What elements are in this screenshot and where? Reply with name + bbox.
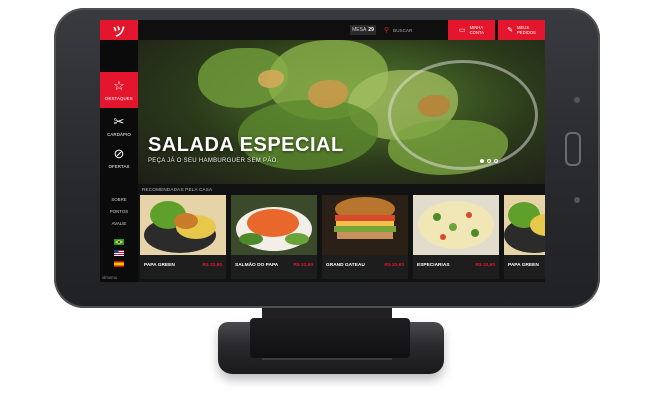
table-number: MESA 29 xyxy=(350,25,376,35)
product-name: ESPECIARIAS xyxy=(417,263,450,268)
stand-front xyxy=(250,318,410,358)
brazil-flag-icon[interactable] xyxy=(114,239,124,245)
sidebar-item-ofertas[interactable]: ⊘ OFERTAS xyxy=(100,140,138,176)
top-bar: MESA 29 ⚲ BUSCAR ▭ MINHA CONTA ✎ MEUS PE… xyxy=(138,20,545,40)
product-image xyxy=(140,195,226,255)
product-price: R$ 22,90 xyxy=(202,263,222,268)
my-orders-label-line2: PEDIDOS xyxy=(517,30,536,35)
account-icon: ▭ xyxy=(459,26,466,34)
sidebar-item-label: DESTAQUES xyxy=(105,96,133,101)
product-name: GRAND GATEAU xyxy=(326,263,365,268)
hero-subtitle: PEÇA JÁ O SEU HAMBURGUER SEM PÃO. xyxy=(148,158,279,164)
carousel-dot[interactable] xyxy=(480,159,484,163)
tablet-home-button[interactable] xyxy=(565,132,581,166)
hero-title: SALADA ESPECIAL xyxy=(148,134,344,156)
product-card[interactable]: ESPECIARIAS R$ 22,90 xyxy=(413,195,499,279)
product-card[interactable]: PAPA GREEN R$ 22,90 xyxy=(140,195,226,279)
product-image xyxy=(504,195,545,255)
carousel-dot[interactable] xyxy=(494,159,498,163)
spain-flag-icon[interactable] xyxy=(114,261,124,267)
table-label: MESA xyxy=(352,27,367,33)
sidebar: ツ ☆ DESTAQUES ✂ CARDÁPIO ⊘ OFERTAS SOBRE… xyxy=(100,20,138,282)
search-placeholder: BUSCAR xyxy=(393,27,413,33)
my-orders-button[interactable]: ✎ MEUS PEDIDOS xyxy=(498,20,545,40)
sidebar-item-cardapio[interactable]: ✂ CARDÁPIO xyxy=(100,108,138,144)
product-name: PAPA GREEN xyxy=(144,263,175,268)
my-orders-label: MEUS PEDIDOS xyxy=(517,25,536,35)
tablet-sensor xyxy=(574,97,580,103)
product-card[interactable]: SALMÃO DO PAPA R$ 22,90 xyxy=(231,195,317,279)
product-image xyxy=(413,195,499,255)
screen: ツ ☆ DESTAQUES ✂ CARDÁPIO ⊘ OFERTAS SOBRE… xyxy=(100,20,545,282)
table-value: 29 xyxy=(368,27,374,33)
product-card[interactable]: GRAND GATEAU R$ 22,93 xyxy=(322,195,408,279)
percent-icon: ⊘ xyxy=(113,146,125,161)
product-price: R$ 22,90 xyxy=(475,263,495,268)
hero-photo-bowl xyxy=(388,60,538,170)
sidebar-item-destaques[interactable]: ☆ DESTAQUES xyxy=(100,72,138,108)
product-name: SALMÃO DO PAPA xyxy=(235,263,279,268)
sidebar-link-sobre[interactable]: SOBRE xyxy=(100,197,138,202)
carousel-indicator xyxy=(480,159,498,163)
sidebar-item-label: CARDÁPIO xyxy=(107,132,131,137)
carousel-dot[interactable] xyxy=(487,159,491,163)
product-name: PAPA GREEN xyxy=(508,263,539,268)
my-account-button[interactable]: ▭ MINHA CONTA xyxy=(448,20,495,40)
product-price: R$ 22,93 xyxy=(384,263,404,268)
tablet-sensor xyxy=(574,197,580,203)
product-image xyxy=(231,195,317,255)
edit-icon: ✎ xyxy=(507,26,513,34)
recommended-row: PAPA GREEN R$ 22,90 SALMÃO DO PAPA R$ 22… xyxy=(138,195,545,279)
search-input[interactable]: ⚲ BUSCAR xyxy=(384,25,446,35)
my-account-label-line2: CONTA xyxy=(469,30,484,35)
product-card[interactable]: PAPA GREEN xyxy=(504,195,545,279)
sidebar-link-pontos[interactable]: PONTOS xyxy=(100,209,138,214)
brand-footer: olrnemu xyxy=(102,275,118,280)
star-icon: ☆ xyxy=(113,78,125,93)
recommended-label: RECOMENDADAS PELA CASA xyxy=(142,187,213,192)
product-price: R$ 22,90 xyxy=(293,263,313,268)
search-icon: ⚲ xyxy=(384,27,390,34)
sidebar-link-avalie[interactable]: AVALIE xyxy=(100,221,138,226)
cutlery-icon: ✂ xyxy=(113,114,125,129)
sidebar-item-label: OFERTAS xyxy=(108,164,130,169)
my-account-label: MINHA CONTA xyxy=(470,25,484,35)
product-image xyxy=(322,195,408,255)
logo[interactable]: ツ xyxy=(100,20,138,40)
usa-flag-icon[interactable] xyxy=(114,250,124,256)
